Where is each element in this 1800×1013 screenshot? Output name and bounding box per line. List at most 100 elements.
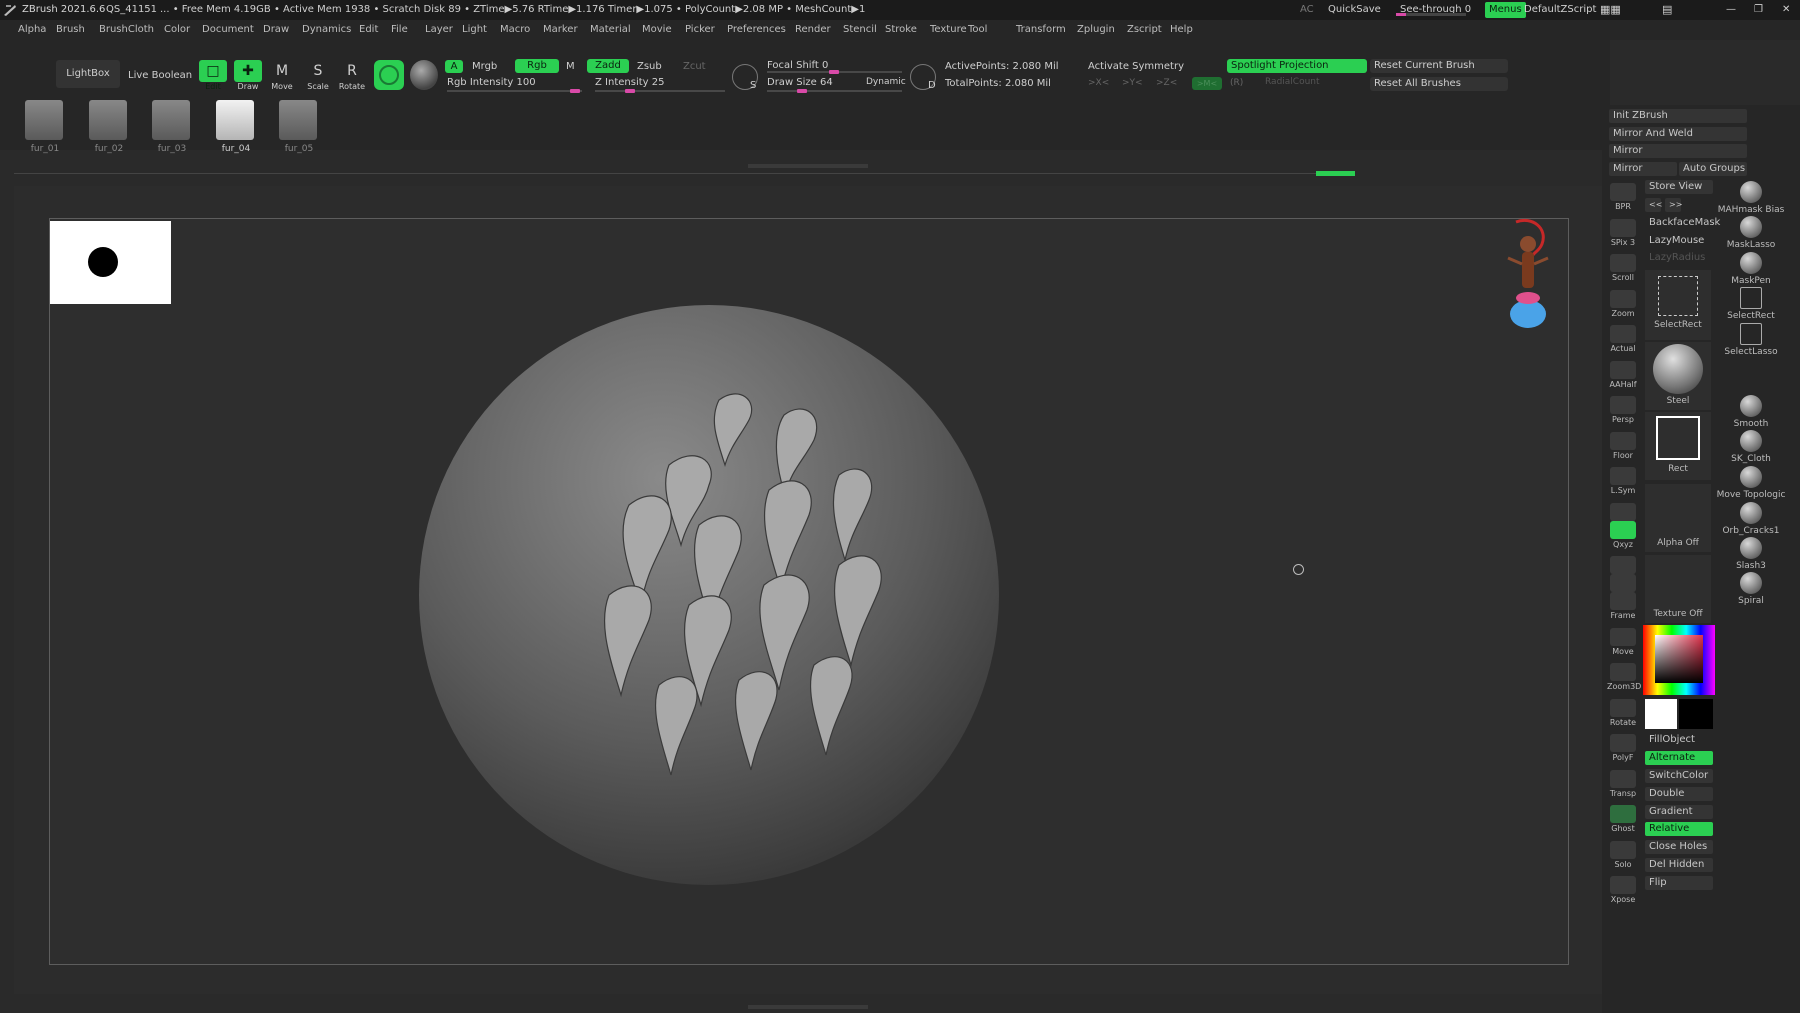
alpha-slot[interactable]: Alpha Off (1645, 484, 1711, 552)
view-tool-qxyz[interactable]: Qxyz (1607, 520, 1639, 549)
menu-transform[interactable]: Transform (1016, 20, 1066, 40)
lazymouse-button[interactable]: LazyMouse (1645, 234, 1713, 248)
view-tool-persp[interactable]: Persp (1607, 396, 1639, 424)
material-sphere-button[interactable] (410, 60, 438, 90)
focal-shift-slider[interactable]: Focal Shift 0 (767, 60, 828, 71)
view-tool-ghost[interactable]: Ghost (1607, 805, 1639, 833)
selectrect-tool-slot[interactable]: SelectRect (1645, 270, 1711, 340)
menu-tool[interactable]: Tool (968, 20, 987, 40)
rgb-intensity-slider[interactable]: Rgb Intensity 100 (447, 77, 536, 88)
lazyradius-slider[interactable]: LazyRadius (1645, 251, 1713, 265)
fill-object-button[interactable]: FillObject (1645, 733, 1713, 747)
menu-layer[interactable]: Layer (425, 20, 453, 40)
brush-mahmask-bias[interactable]: MAHmask Bias (1716, 181, 1786, 215)
mirror-and-weld-button[interactable]: Mirror And Weld (1609, 127, 1747, 141)
mirror-button[interactable]: Mirror (1609, 144, 1747, 158)
color-picker[interactable] (1643, 625, 1715, 695)
zadd-button[interactable]: Zadd (587, 59, 629, 73)
z-intensity-slider[interactable]: Z Intensity 25 (595, 77, 664, 88)
brush-selectrect[interactable]: SelectRect (1716, 287, 1786, 321)
z-intensity-handle[interactable] (625, 89, 635, 93)
sym-z-button[interactable]: >Z< (1156, 78, 1177, 88)
menu-macro[interactable]: Macro (500, 20, 530, 40)
view-tool-frame[interactable]: Frame (1607, 592, 1639, 620)
menu-dynamics[interactable]: Dynamics (302, 20, 351, 40)
a-button[interactable]: A (445, 60, 463, 73)
menu-material[interactable]: Material (590, 20, 631, 40)
sym-x-button[interactable]: >X< (1088, 78, 1109, 88)
seethrough-handle[interactable] (1396, 13, 1406, 16)
view-tool-xpose[interactable]: Xpose (1607, 876, 1639, 904)
close-holes-button[interactable]: Close Holes (1645, 840, 1713, 854)
menu-draw[interactable]: Draw (263, 20, 289, 40)
rgb-intensity-handle[interactable] (570, 89, 580, 93)
brush-smooth[interactable]: Smooth (1716, 395, 1786, 429)
brush-selectlasso[interactable]: SelectLasso (1716, 323, 1786, 357)
menus-toggle[interactable]: Menus (1485, 2, 1526, 18)
view-tool-zoom[interactable]: Zoom (1607, 289, 1639, 318)
material-slot[interactable]: Steel (1645, 342, 1711, 410)
stroke-slot[interactable]: Rect (1645, 412, 1711, 480)
view-tool-floor[interactable]: Floor (1607, 431, 1639, 460)
view-tool-move[interactable]: Move (1607, 627, 1639, 656)
flip-button[interactable]: Flip (1645, 876, 1713, 890)
interface-icon[interactable]: ▦▦ (1600, 0, 1621, 20)
menu-edit[interactable]: Edit (359, 20, 378, 40)
draw-mode-button[interactable]: ✚ Draw (232, 60, 264, 96)
view-tool-l-sym[interactable]: L.Sym (1607, 467, 1639, 495)
menu-stencil[interactable]: Stencil (843, 20, 877, 40)
timeline-track[interactable] (14, 173, 1354, 174)
brush-maskpen[interactable]: MaskPen (1716, 252, 1786, 286)
next-view-button[interactable]: >> (1665, 198, 1682, 212)
menu-brush[interactable]: Brush (56, 20, 85, 40)
view-tool-scroll[interactable]: Scroll (1607, 254, 1639, 282)
alpha-thumb-1[interactable]: fur_01 (25, 100, 65, 154)
menu-preferences[interactable]: Preferences (727, 20, 786, 40)
view-tool-solo[interactable]: Solo (1607, 840, 1639, 869)
switch-color-button[interactable]: SwitchColor (1645, 769, 1713, 783)
main-color-swatch[interactable] (1645, 699, 1677, 729)
radial-count-slider[interactable]: RadialCount (1265, 77, 1320, 87)
menu-movie[interactable]: Movie (642, 20, 672, 40)
menu-alpha[interactable]: Alpha (18, 20, 46, 40)
gradient-button[interactable]: Gradient (1645, 805, 1713, 819)
sculpt-sphere[interactable] (419, 305, 999, 885)
shelf-collapse-handle[interactable] (748, 164, 868, 168)
menu-marker[interactable]: Marker (543, 20, 578, 40)
menu-texture[interactable]: Texture (930, 20, 967, 40)
m-button[interactable]: M (566, 61, 575, 72)
view-tool-slot-11[interactable] (1607, 556, 1639, 575)
navigation-figure-icon[interactable] (1502, 218, 1550, 336)
menu-zscript[interactable]: Zscript (1127, 20, 1162, 40)
reset-current-brush-button[interactable]: Reset Current Brush (1370, 59, 1508, 73)
brush-spiral[interactable]: Spiral (1716, 572, 1786, 606)
menu-zplugin[interactable]: Zplugin (1077, 20, 1115, 40)
rgb-button[interactable]: Rgb (515, 59, 559, 73)
rgb-intensity-track[interactable] (447, 89, 582, 93)
auto-groups-button[interactable]: Auto Groups (1679, 162, 1747, 176)
spotlight-projection-button[interactable]: Spotlight Projection (1227, 59, 1367, 73)
view-tool-zoom3d[interactable]: Zoom3D (1607, 663, 1641, 691)
seethrough-slider[interactable]: See-through 0 (1400, 0, 1471, 20)
view-tool-slot-12[interactable] (1607, 574, 1639, 593)
move-mode-button[interactable]: M Move (266, 60, 298, 96)
view-tool-transp[interactable]: Transp (1607, 769, 1639, 798)
timeline-marker[interactable] (1316, 171, 1355, 176)
store-view-button[interactable]: Store View (1645, 180, 1713, 194)
sym-r-button[interactable]: (R) (1230, 78, 1243, 88)
scale-mode-button[interactable]: S Scale (302, 60, 334, 96)
menu-document[interactable]: Document (202, 20, 254, 40)
relative-button[interactable]: Relative (1645, 822, 1713, 836)
draw-size-track[interactable] (767, 89, 902, 93)
view-tool-aahalf[interactable]: AAHalf (1607, 360, 1639, 389)
lightbox-button[interactable]: LightBox (56, 60, 120, 88)
draw-size-slider[interactable]: Draw Size 64 (767, 77, 833, 88)
texture-slot[interactable]: Texture Off (1645, 555, 1711, 623)
restore-icon[interactable]: ❐ (1754, 0, 1763, 20)
zsub-button[interactable]: Zsub (637, 61, 662, 72)
menu-render[interactable]: Render (795, 20, 831, 40)
view-tool-spix-3[interactable]: SPix 3 (1607, 218, 1639, 247)
backface-mask-button[interactable]: BackfaceMask (1645, 216, 1720, 230)
menu-file[interactable]: File (391, 20, 408, 40)
brush-slash3[interactable]: Slash3 (1716, 537, 1786, 571)
